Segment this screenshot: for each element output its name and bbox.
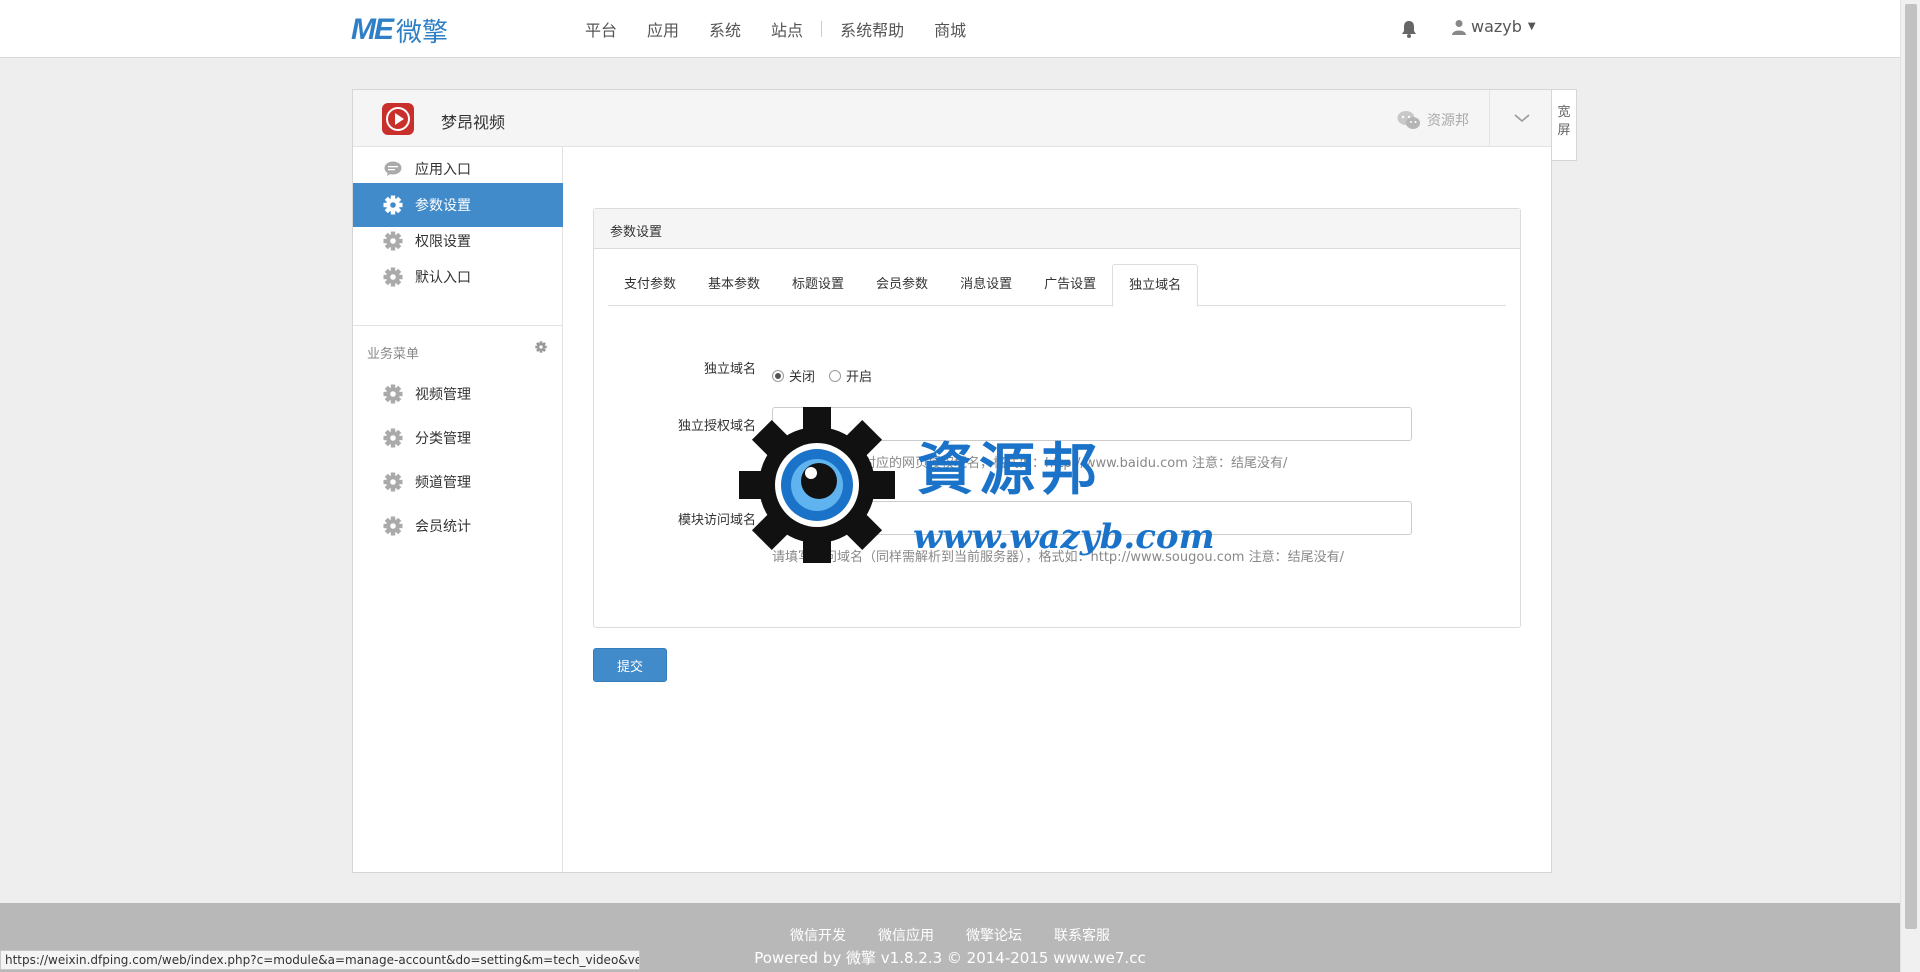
sidebar-item-category-manage[interactable]: 分类管理 <box>353 416 563 460</box>
app-name: 梦昂视频 <box>441 113 506 132</box>
app-icon <box>382 103 414 135</box>
module-domain-label: 模块访问域名 <box>677 513 756 528</box>
sidebar-item-default-entry[interactable]: 默认入口 <box>353 255 563 299</box>
nav-item-site[interactable]: 站点 <box>771 17 803 41</box>
footer-links: 微信开发 微信应用 微擎论坛 联系客服 <box>0 925 1900 945</box>
wide-screen-toggle[interactable]: 宽屏 <box>1552 89 1577 161</box>
sidebar-item-video-manage[interactable]: 视频管理 <box>353 372 563 416</box>
vertical-scrollbar[interactable] <box>1900 0 1920 972</box>
module-domain-help: 请填写访问域名（同样需解析到当前服务器），格式如：http://www.soug… <box>772 550 1344 565</box>
user-menu[interactable]: wazyb ▼ <box>1452 17 1536 36</box>
gear-icon <box>383 384 403 404</box>
gear-icon <box>383 428 403 448</box>
tab-domain[interactable]: 独立域名 <box>1112 264 1199 307</box>
settings-title: 参数设置 <box>594 209 1520 249</box>
bell-icon[interactable] <box>1400 19 1418 39</box>
top-navbar: ME 微擎 平台 应用 系统 站点 系统帮助 商城 wazyb ▼ <box>0 0 1900 58</box>
tab-message[interactable]: 消息设置 <box>944 264 1028 306</box>
auth-domain-input[interactable] <box>772 407 1412 441</box>
sidebar-divider <box>353 325 563 326</box>
footer-link-wechat-dev[interactable]: 微信开发 <box>790 925 846 945</box>
panel-header: 梦昂视频 资源邦 <box>353 90 1551 147</box>
logo-text: 微擎 <box>396 17 449 48</box>
status-bar-url: https://weixin.dfping.com/web/index.php?… <box>0 950 640 970</box>
submit-button[interactable]: 提交 <box>593 648 667 682</box>
logo-mark: ME <box>351 13 394 46</box>
gear-icon <box>383 195 403 215</box>
nav-divider <box>821 21 823 37</box>
sidebar-item-member-stats[interactable]: 会员统计 <box>353 504 563 548</box>
brand-logo[interactable]: ME 微擎 <box>351 13 449 48</box>
settings-tabs: 支付参数 基本参数 标题设置 会员参数 消息设置 广告设置 独立域名 <box>608 264 1506 307</box>
sidebar-item-label: 频道管理 <box>415 475 471 491</box>
gear-icon <box>383 516 403 536</box>
radio-on[interactable] <box>829 369 842 382</box>
tab-basic[interactable]: 基本参数 <box>692 264 776 306</box>
gear-icon <box>383 267 403 287</box>
footer-link-support[interactable]: 联系客服 <box>1054 925 1110 945</box>
sidebar-item-label: 参数设置 <box>415 198 471 214</box>
tab-title[interactable]: 标题设置 <box>776 264 860 306</box>
radio-on-label[interactable]: 开启 <box>846 366 872 385</box>
wechat-icon <box>1397 111 1420 129</box>
radio-off[interactable] <box>772 369 784 382</box>
settings-box: 参数设置 支付参数 基本参数 标题设置 会员参数 消息设置 广告设置 独立域名 … <box>593 208 1521 628</box>
nav-item-store[interactable]: 商城 <box>934 17 966 41</box>
tab-payment[interactable]: 支付参数 <box>608 264 692 306</box>
gear-icon[interactable] <box>535 341 547 357</box>
account-name: 资源邦 <box>1427 113 1469 129</box>
radio-off-label[interactable]: 关闭 <box>789 366 815 385</box>
tab-ads[interactable]: 广告设置 <box>1028 264 1112 306</box>
gear-icon <box>383 472 403 492</box>
domain-switch-label: 独立域名 <box>703 362 756 377</box>
domain-switch: 关闭 开启 <box>772 366 886 385</box>
sidebar-item-label: 权限设置 <box>415 234 471 250</box>
sidebar: 应用入口 参数设置 权限设置 默认入口 业务菜单 视频管理 分类管理 频道管理 <box>353 147 563 872</box>
user-name: wazyb <box>1471 17 1522 36</box>
play-icon <box>386 107 410 131</box>
auth-domain-label: 独立授权域名 <box>677 419 756 434</box>
module-domain-input[interactable] <box>772 501 1412 535</box>
chevron-down-icon[interactable] <box>1513 112 1531 124</box>
caret-down-icon: ▼ <box>1527 21 1536 32</box>
tab-member[interactable]: 会员参数 <box>860 264 944 306</box>
sidebar-item-label: 会员统计 <box>415 519 471 535</box>
sidebar-item-label: 视频管理 <box>415 387 471 403</box>
nav-item-help[interactable]: 系统帮助 <box>840 17 904 41</box>
business-menu-label: 业务菜单 <box>367 347 420 362</box>
footer-link-wechat-apps[interactable]: 微信应用 <box>878 925 934 945</box>
nav-item-apps[interactable]: 应用 <box>647 17 679 41</box>
main-nav: 平台 应用 系统 站点 系统帮助 商城 <box>570 0 981 58</box>
gear-icon <box>383 231 403 251</box>
user-icon <box>1452 19 1466 35</box>
wide-screen-label: 宽屏 <box>1557 105 1571 138</box>
nav-item-system[interactable]: 系统 <box>709 17 741 41</box>
chat-bubble-icon <box>383 159 403 179</box>
sidebar-item-label: 默认入口 <box>415 270 471 286</box>
scrollbar-thumb[interactable] <box>1905 4 1917 929</box>
sidebar-item-channel-manage[interactable]: 频道管理 <box>353 460 563 504</box>
footer-link-forum[interactable]: 微擎论坛 <box>966 925 1022 945</box>
sidebar-item-label: 应用入口 <box>415 162 471 178</box>
nav-item-platform[interactable]: 平台 <box>585 17 617 41</box>
module-panel: 梦昂视频 资源邦 应用入口 参数设置 权限设置 默认入口 业务菜单 视频管理 分… <box>352 89 1552 873</box>
account-switcher[interactable]: 资源邦 <box>1397 110 1469 130</box>
sidebar-item-label: 分类管理 <box>415 431 471 447</box>
auth-domain-help: 请填写公众平台对应的网页授权域名，格式如：http://www.baidu.co… <box>772 456 1288 471</box>
